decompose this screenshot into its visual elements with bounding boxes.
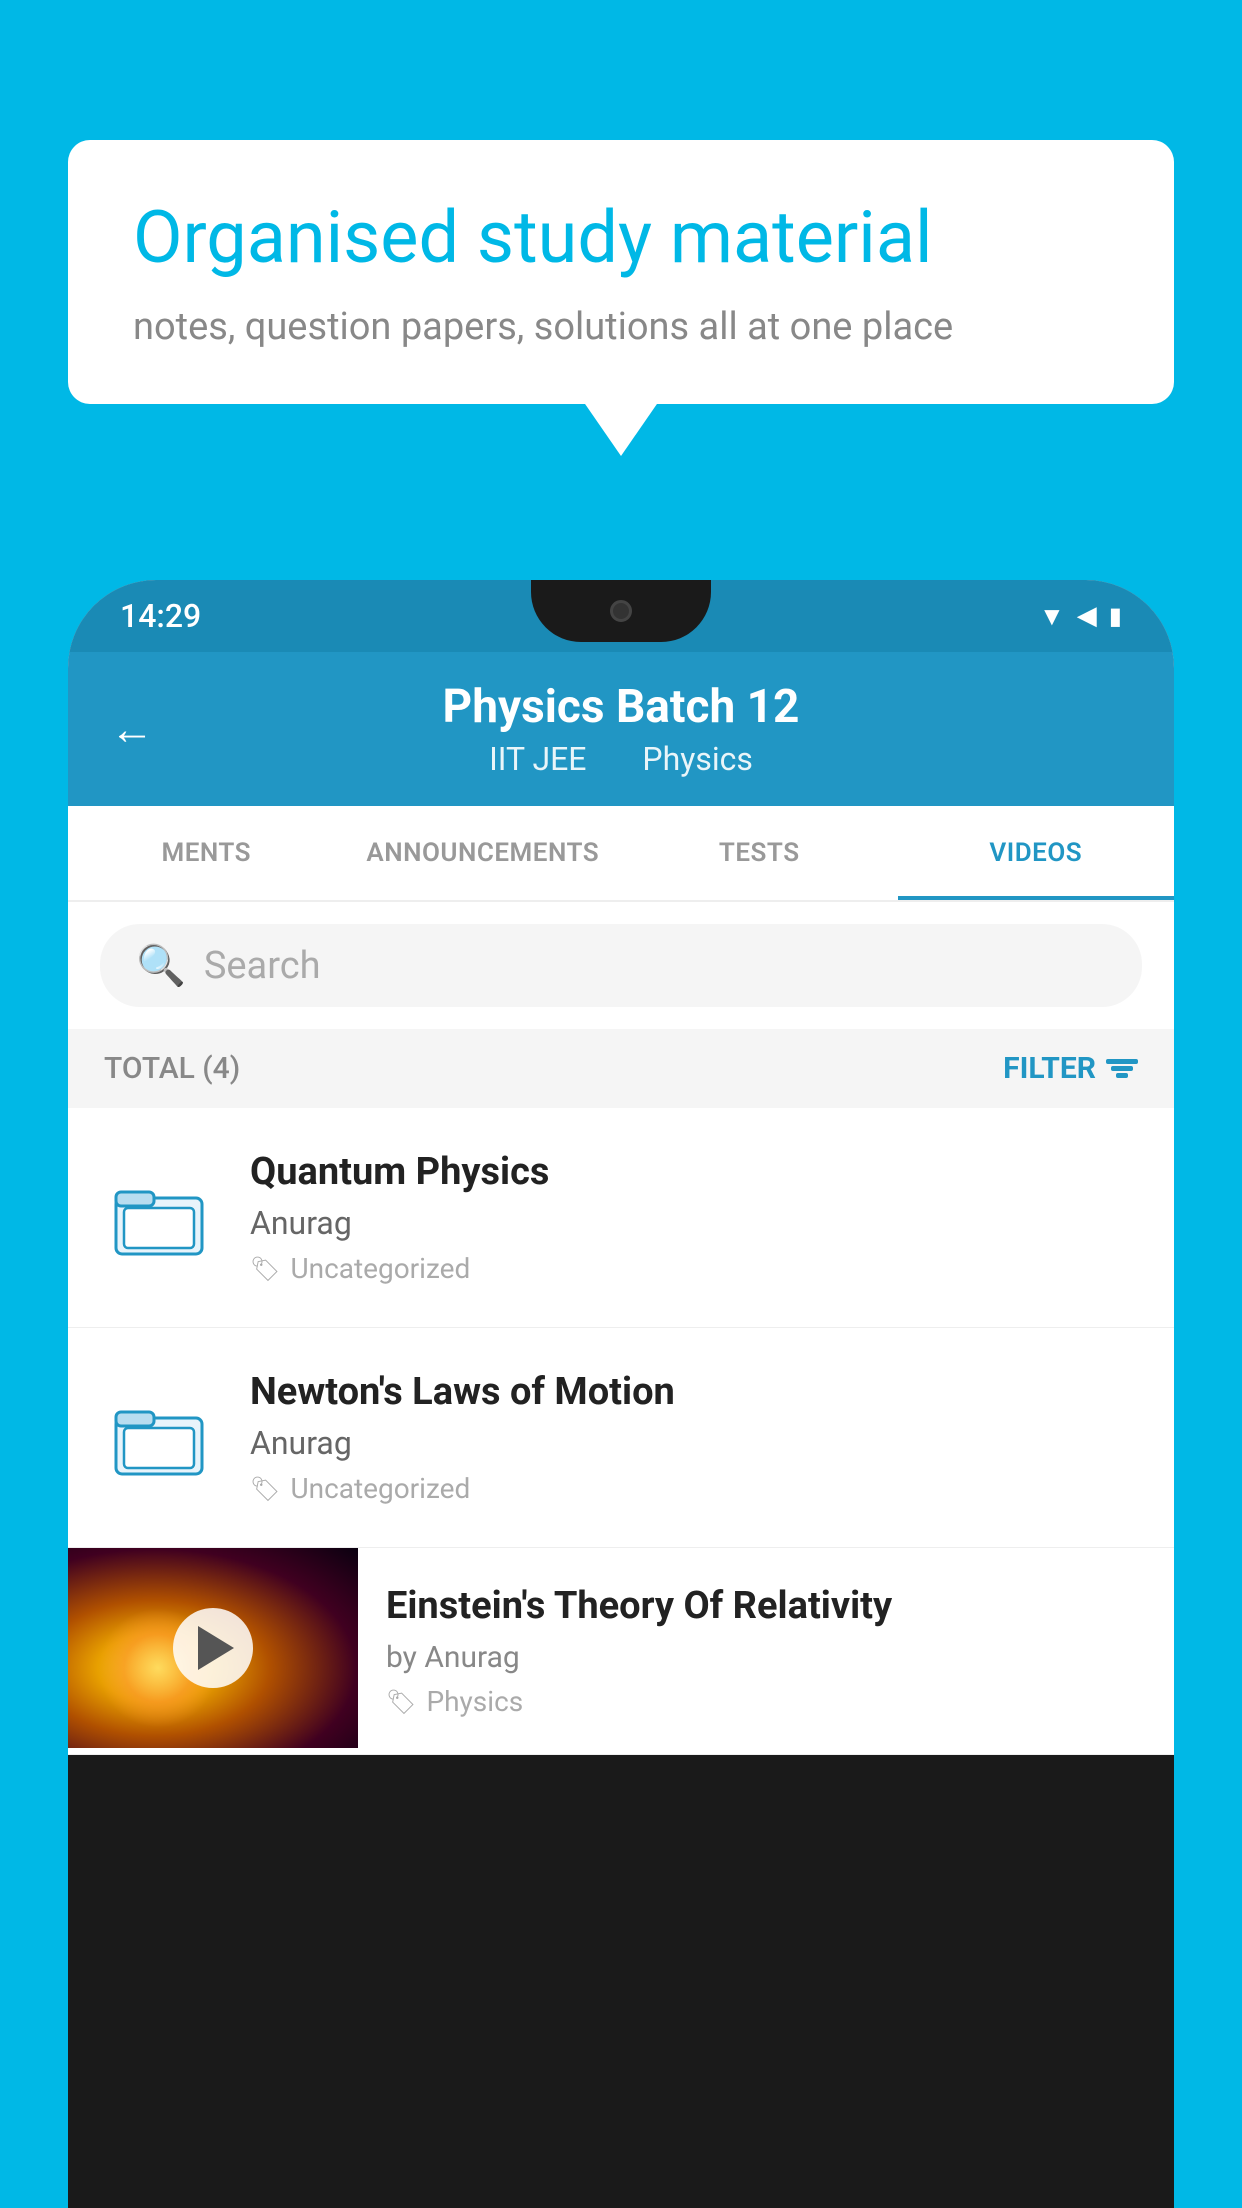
phone-frame: 14:29 ▼ ◀ ▮ ← Physics Batch 12 IIT JEE P…	[68, 580, 1174, 2208]
tab-tests[interactable]: TESTS	[621, 806, 898, 900]
wifi-icon: ▼	[1039, 601, 1065, 632]
video-tag: 🏷 Uncategorized	[250, 1252, 1138, 1285]
video-list: Quantum Physics Anurag 🏷 Uncategorized	[68, 1108, 1174, 1755]
battery-icon: ▮	[1109, 602, 1122, 630]
speech-bubble: Organised study material notes, question…	[68, 140, 1174, 404]
tag-icon: 🏷	[386, 1688, 416, 1716]
header-iit-jee: IIT JEE	[489, 740, 586, 778]
video-info: Quantum Physics Anurag 🏷 Uncategorized	[250, 1150, 1138, 1285]
video-info: Einstein's Theory Of Relativity by Anura…	[358, 1548, 1174, 1754]
video-author: Anurag	[250, 1424, 1138, 1462]
tab-announcements[interactable]: ANNOUNCEMENTS	[345, 806, 622, 900]
status-time: 14:29	[120, 597, 201, 635]
search-icon: 🔍	[136, 942, 186, 989]
video-title: Newton's Laws of Motion	[250, 1370, 1138, 1414]
search-container: 🔍 Search	[68, 902, 1174, 1029]
signal-icon: ◀	[1077, 601, 1097, 631]
filter-button[interactable]: FILTER	[1003, 1051, 1138, 1086]
search-input[interactable]: Search	[204, 944, 321, 988]
folder-icon	[104, 1383, 214, 1493]
play-triangle-icon	[198, 1626, 234, 1670]
search-bar[interactable]: 🔍 Search	[100, 924, 1142, 1007]
status-bar: 14:29 ▼ ◀ ▮	[68, 580, 1174, 652]
camera-dot	[610, 600, 632, 622]
status-icons: ▼ ◀ ▮	[1039, 601, 1122, 632]
phone-screen: 14:29 ▼ ◀ ▮ ← Physics Batch 12 IIT JEE P…	[68, 580, 1174, 1755]
play-button[interactable]	[173, 1608, 253, 1688]
bubble-subtitle: notes, question papers, solutions all at…	[133, 305, 1109, 349]
list-item[interactable]: Quantum Physics Anurag 🏷 Uncategorized	[68, 1108, 1174, 1328]
video-title: Quantum Physics	[250, 1150, 1138, 1194]
video-author: by Anurag	[386, 1640, 1146, 1675]
video-tag: 🏷 Physics	[386, 1685, 1146, 1718]
list-item[interactable]: Einstein's Theory Of Relativity by Anura…	[68, 1548, 1174, 1755]
notch	[531, 580, 711, 642]
bubble-title: Organised study material	[133, 195, 1109, 281]
tab-videos[interactable]: VIDEOS	[898, 806, 1175, 900]
total-count: TOTAL (4)	[104, 1051, 240, 1086]
tab-ments[interactable]: MENTS	[68, 806, 345, 900]
back-button[interactable]: ←	[110, 703, 154, 755]
video-tag: 🏷 Uncategorized	[250, 1472, 1138, 1505]
video-info: Newton's Laws of Motion Anurag 🏷 Uncateg…	[250, 1370, 1138, 1505]
speech-bubble-container: Organised study material notes, question…	[68, 140, 1174, 404]
video-thumbnail	[68, 1548, 358, 1748]
video-title: Einstein's Theory Of Relativity	[386, 1584, 1146, 1628]
tag-icon: 🏷	[250, 1475, 280, 1503]
video-author: Anurag	[250, 1204, 1138, 1242]
app-header: ← Physics Batch 12 IIT JEE Physics	[68, 652, 1174, 806]
header-physics: Physics	[642, 740, 753, 778]
header-subtitle: IIT JEE Physics	[116, 740, 1126, 778]
list-item[interactable]: Newton's Laws of Motion Anurag 🏷 Uncateg…	[68, 1328, 1174, 1548]
tag-icon: 🏷	[250, 1255, 280, 1283]
header-title: Physics Batch 12	[116, 680, 1126, 734]
folder-icon	[104, 1163, 214, 1273]
filter-bar: TOTAL (4) FILTER	[68, 1029, 1174, 1108]
tabs-bar: MENTS ANNOUNCEMENTS TESTS VIDEOS	[68, 806, 1174, 902]
